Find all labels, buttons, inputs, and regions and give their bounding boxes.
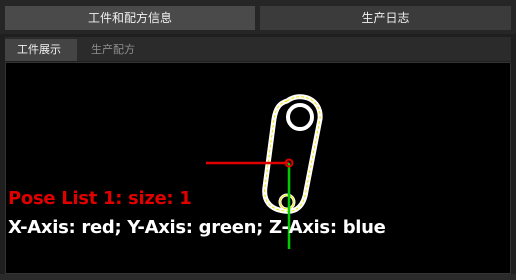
top-tab-bar: 工件和配方信息 生产日志 bbox=[0, 0, 516, 34]
pose-list-label: Pose List 1: size: 1 bbox=[8, 188, 192, 209]
bottom-status-strip bbox=[0, 274, 516, 280]
part-image-viewer[interactable]: Pose List 1: size: 1 X-Axis: red; Y-Axis… bbox=[5, 62, 511, 274]
tab-part-and-recipe-info[interactable]: 工件和配方信息 bbox=[5, 6, 255, 30]
tab-production-recipe[interactable]: 生产配方 bbox=[79, 39, 151, 61]
tab-production-log[interactable]: 生产日志 bbox=[260, 6, 511, 30]
part-shape bbox=[262, 94, 323, 214]
app-window: 工件和配方信息 生产日志 工件展示 生产配方 Pose List 1: size… bbox=[0, 0, 516, 280]
part-visualization bbox=[206, 94, 323, 249]
sub-tab-bar: 工件展示 生产配方 bbox=[5, 37, 511, 61]
axis-legend-label: X-Axis: red; Y-Axis: green; Z-Axis: blue bbox=[8, 217, 386, 238]
part-lower-hole-contour bbox=[279, 194, 295, 210]
tab-part-display[interactable]: 工件展示 bbox=[5, 39, 77, 61]
part-upper-hole bbox=[286, 103, 314, 131]
